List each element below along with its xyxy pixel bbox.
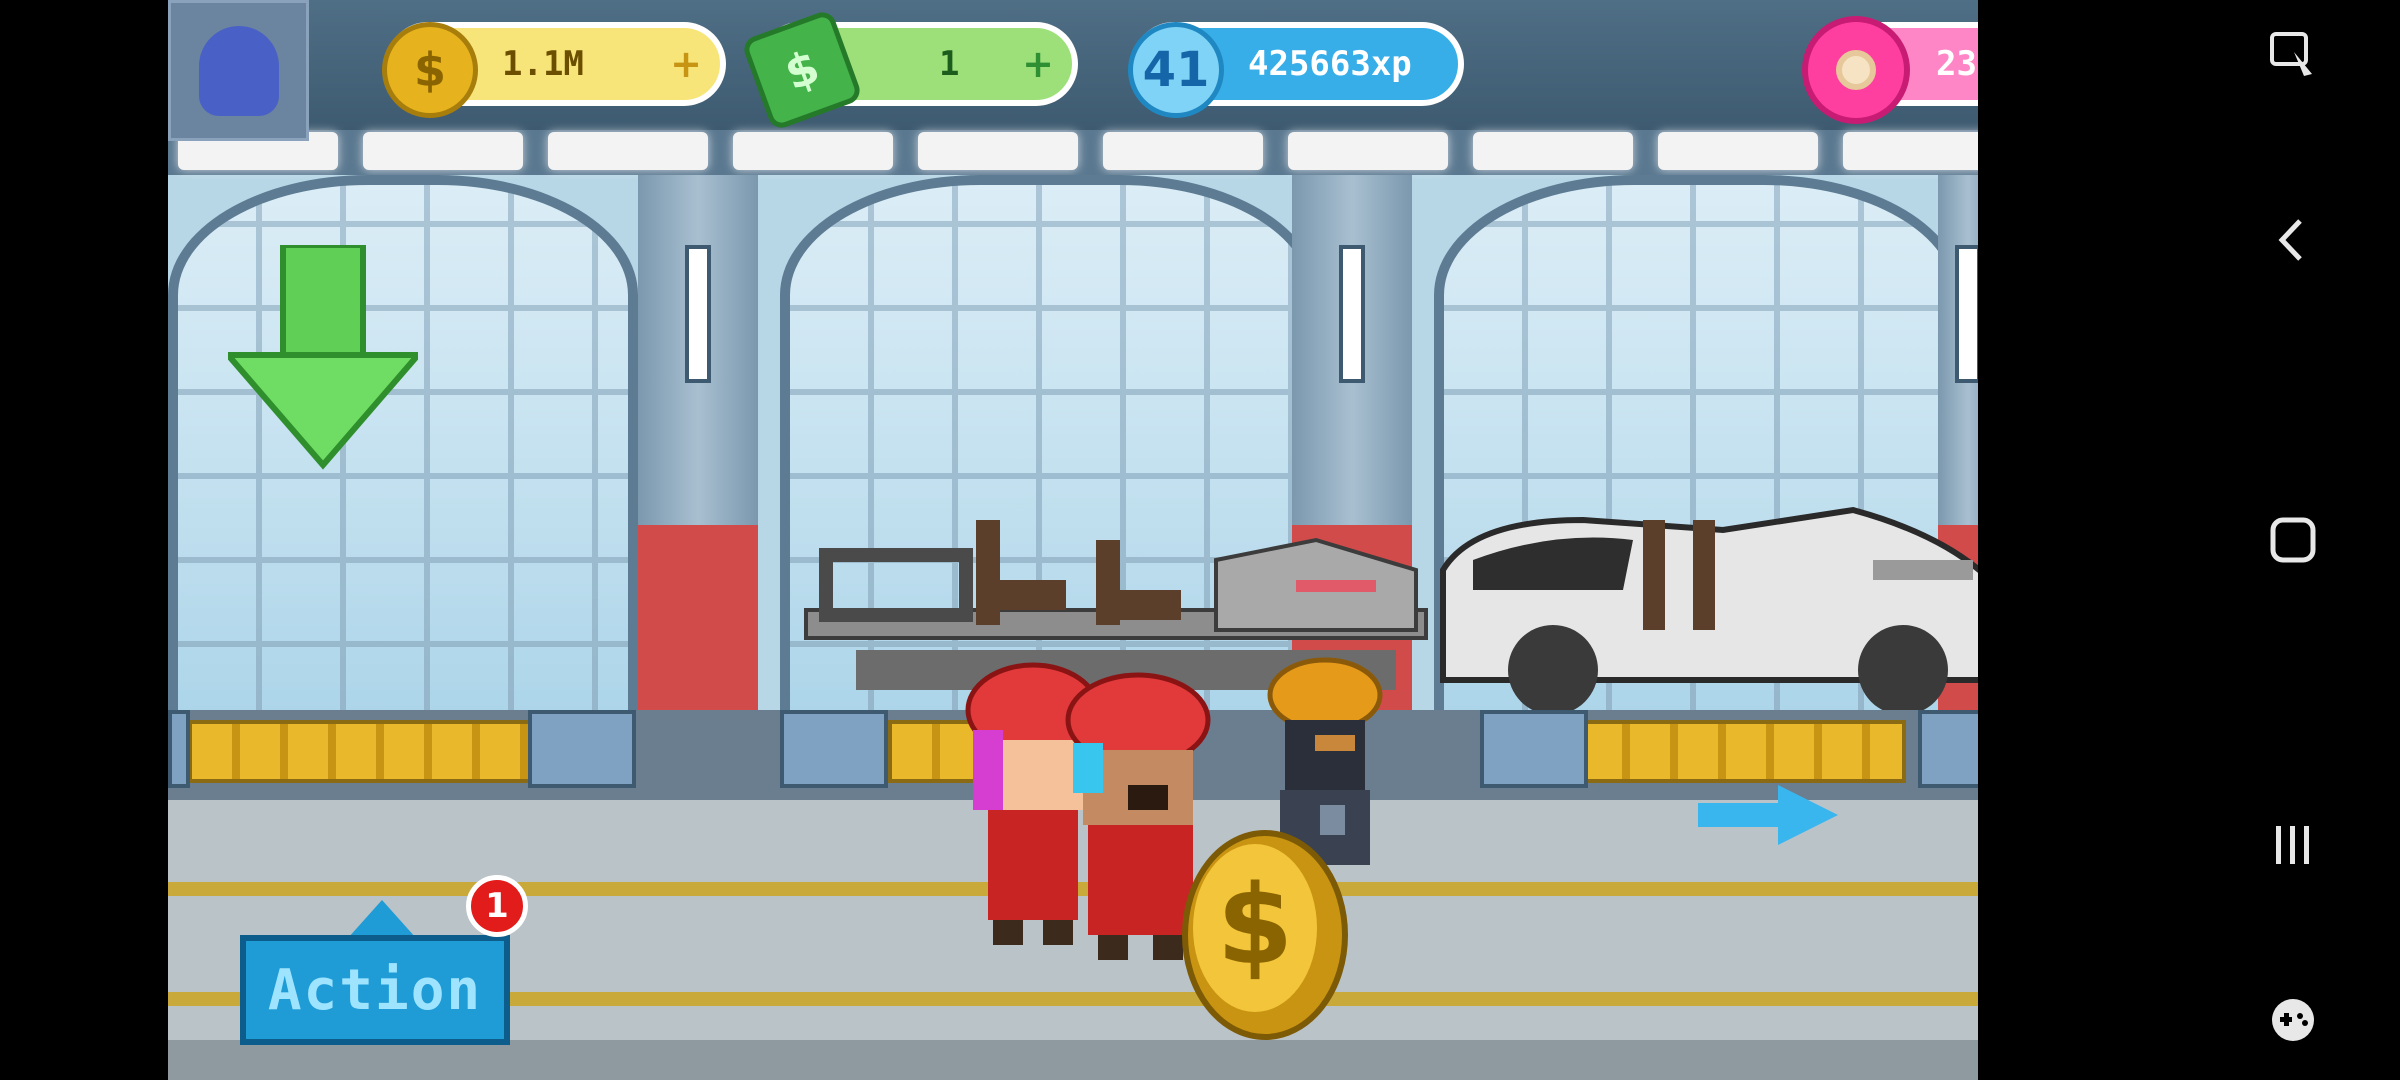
collect-coin[interactable]: $ bbox=[1180, 828, 1350, 1043]
conveyor-block bbox=[1918, 710, 1978, 788]
xp-level-bar[interactable]: 41 425663xp bbox=[1128, 22, 1464, 118]
donut-value: 23/38 bbox=[1936, 44, 1978, 84]
donut-icon bbox=[1802, 16, 1910, 124]
ceiling-light bbox=[1473, 132, 1633, 170]
conveyor-rail bbox=[1578, 720, 1906, 783]
android-nav-bar bbox=[2178, 0, 2400, 1080]
cash-value: 1 bbox=[939, 44, 960, 84]
screenshot-tool-icon[interactable] bbox=[2268, 30, 2318, 80]
coin-symbol: $ bbox=[1217, 861, 1294, 989]
action-notification-badge: 1 bbox=[466, 875, 528, 937]
conveyor-block bbox=[780, 710, 888, 788]
conveyor-block bbox=[1480, 710, 1588, 788]
coins-value: 1.1M bbox=[502, 44, 584, 84]
level-badge: 41 bbox=[1128, 22, 1224, 118]
game-screen: $ $ 1.1M + $ 1 + 41 425663xp 23/38 Actio… bbox=[168, 0, 1978, 1080]
right-arrow-indicator bbox=[1698, 785, 1838, 845]
avatar-silhouette-icon bbox=[198, 25, 279, 116]
factory-pillar bbox=[638, 175, 758, 755]
ceiling-light bbox=[918, 132, 1078, 170]
conveyor-block bbox=[528, 710, 636, 788]
cash-counter[interactable]: $ 1 + bbox=[740, 8, 1078, 132]
recent-apps-icon[interactable] bbox=[2268, 820, 2318, 870]
ceiling-light bbox=[1843, 132, 1978, 170]
home-icon[interactable] bbox=[2268, 515, 2318, 565]
profile-avatar[interactable] bbox=[168, 0, 309, 141]
floor-edge bbox=[168, 1040, 1978, 1080]
game-tools-icon[interactable] bbox=[2268, 995, 2318, 1045]
ceiling-light bbox=[548, 132, 708, 170]
action-button[interactable]: Action bbox=[240, 935, 510, 1045]
coins-counter[interactable]: $ 1.1M + bbox=[382, 22, 726, 118]
conveyor-block bbox=[168, 710, 190, 788]
ceiling-light bbox=[733, 132, 893, 170]
add-cash-button[interactable]: + bbox=[1022, 42, 1054, 86]
ceiling-light bbox=[1103, 132, 1263, 170]
coin-icon: $ bbox=[382, 22, 478, 118]
xp-value: 425663xp bbox=[1248, 44, 1412, 84]
car-body-silver[interactable] bbox=[1433, 480, 1978, 710]
action-button-arrow bbox=[348, 900, 416, 938]
ceiling-light bbox=[1658, 132, 1818, 170]
conveyor-rail bbox=[188, 720, 536, 783]
donut-counter[interactable]: 23/38 bbox=[1802, 16, 1978, 124]
add-coins-button[interactable]: + bbox=[670, 42, 702, 86]
ceiling-light bbox=[1288, 132, 1448, 170]
ceiling-light bbox=[363, 132, 523, 170]
down-arrow-indicator bbox=[228, 245, 418, 470]
back-icon[interactable] bbox=[2268, 215, 2318, 265]
